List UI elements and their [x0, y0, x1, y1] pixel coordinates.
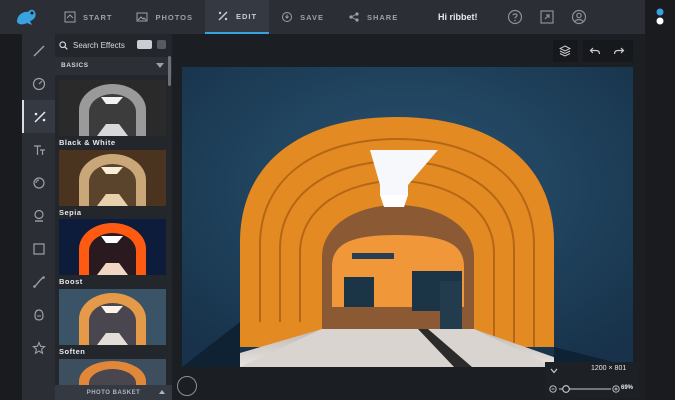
photo-basket-bar[interactable]: PHOTO BASKET	[55, 385, 172, 400]
zoom-percent: 69%	[621, 385, 634, 391]
rail-effects[interactable]	[22, 100, 55, 133]
tab-photos-label: PHOTOS	[155, 12, 193, 22]
edited-photo[interactable]	[182, 67, 633, 367]
rail-text[interactable]	[22, 133, 55, 166]
share-icon	[349, 12, 359, 22]
ribbet-logo[interactable]	[0, 0, 52, 34]
tab-start-label: START	[83, 12, 113, 22]
view-toggle-grid[interactable]	[157, 40, 166, 49]
effect-item-partial[interactable]	[59, 359, 166, 385]
history-toolbar	[583, 40, 633, 62]
help-icon[interactable]	[507, 9, 523, 25]
right-margin	[645, 0, 675, 400]
tab-save[interactable]: SAVE	[269, 0, 336, 34]
photo-basket-label: PHOTO BASKET	[86, 389, 141, 396]
layers-button[interactable]	[553, 40, 577, 62]
effect-item-sepia[interactable]: Sepia	[59, 150, 166, 220]
tab-start[interactable]: START	[52, 0, 124, 34]
account-icon[interactable]	[571, 9, 587, 25]
rail-frames[interactable]	[22, 232, 55, 265]
compare-toggle[interactable]	[177, 376, 197, 396]
stamp-icon	[33, 209, 44, 222]
touchup-icon	[32, 176, 45, 189]
collapse-caret-icon	[156, 63, 164, 68]
image-dimensions: 1200 × 801	[591, 365, 627, 372]
section-label: BASICS	[61, 62, 89, 69]
tool-rail	[22, 34, 55, 400]
frog-logo-icon	[17, 9, 36, 25]
brush-icon	[33, 45, 44, 56]
image-info-panel: 1200 × 801 69%	[545, 362, 639, 398]
search-effects-field[interactable]: Search Effects	[55, 34, 172, 56]
section-header-basics[interactable]: BASICS	[55, 57, 172, 75]
effect-item-black-white[interactable]: Black & White	[59, 80, 166, 150]
dial-icon	[32, 77, 45, 90]
effect-name: Black & White	[59, 138, 116, 147]
sticker-icon	[33, 308, 44, 321]
effect-thumbnail	[59, 359, 166, 385]
rail-curves[interactable]	[22, 265, 55, 298]
save-icon	[282, 12, 293, 22]
canvas-area: 1200 × 801 69%	[172, 34, 645, 400]
frame-icon	[32, 242, 45, 255]
user-status-icon[interactable]	[645, 0, 675, 34]
curve-icon	[32, 275, 45, 288]
redo-icon	[613, 47, 625, 55]
tab-edit-label: EDIT	[236, 11, 258, 21]
left-margin	[0, 0, 22, 400]
effect-thumbnail	[59, 219, 166, 275]
rail-touchup[interactable]	[22, 166, 55, 199]
effect-thumbnail	[59, 289, 166, 345]
chevron-down-icon[interactable]	[550, 368, 558, 374]
tab-photos[interactable]: PHOTOS	[124, 0, 205, 34]
undo-icon	[589, 47, 601, 55]
effect-item-soften[interactable]: Soften	[59, 289, 166, 359]
magic-wand-icon	[218, 11, 228, 21]
effects-panel: Search Effects BASICS Black & White Sepi…	[55, 34, 172, 400]
layers-toolbar	[553, 40, 578, 62]
tab-edit[interactable]: EDIT	[205, 0, 270, 34]
rail-brush[interactable]	[22, 34, 55, 67]
user-greeting: Hi ribbet!	[438, 12, 478, 22]
view-toggle-list[interactable]	[137, 40, 152, 49]
home-icon	[64, 11, 76, 23]
effect-name: Soften	[59, 347, 86, 356]
effect-thumbnail	[59, 150, 166, 206]
tab-save-label: SAVE	[300, 12, 324, 22]
text-icon	[33, 144, 45, 155]
fullscreen-icon[interactable]	[539, 9, 555, 25]
star-icon	[31, 340, 46, 354]
search-placeholder: Search Effects	[73, 40, 125, 50]
rail-favorites[interactable]	[22, 331, 55, 364]
effects-icon	[33, 110, 46, 123]
effect-thumbnail	[59, 80, 166, 136]
search-icon	[59, 40, 68, 50]
top-navigation: START PHOTOS EDIT SAVE SHARE Hi ribbet!	[0, 0, 645, 34]
layers-icon	[559, 45, 571, 57]
effect-item-boost[interactable]: Boost	[59, 219, 166, 289]
effect-name: Boost	[59, 277, 83, 286]
tab-share-label: SHARE	[366, 12, 399, 22]
undo-button[interactable]	[583, 40, 607, 62]
expand-up-icon	[159, 390, 165, 394]
photo-editor-app: START PHOTOS EDIT SAVE SHARE Hi ribbet!	[0, 0, 675, 400]
rail-stickers[interactable]	[22, 298, 55, 331]
zoom-slider-knob	[562, 385, 570, 393]
rail-stamp[interactable]	[22, 199, 55, 232]
tab-share[interactable]: SHARE	[336, 0, 410, 34]
redo-button[interactable]	[607, 40, 631, 62]
rail-adjust[interactable]	[22, 67, 55, 100]
image-icon	[136, 12, 148, 22]
panel-scrollbar[interactable]	[168, 56, 171, 86]
